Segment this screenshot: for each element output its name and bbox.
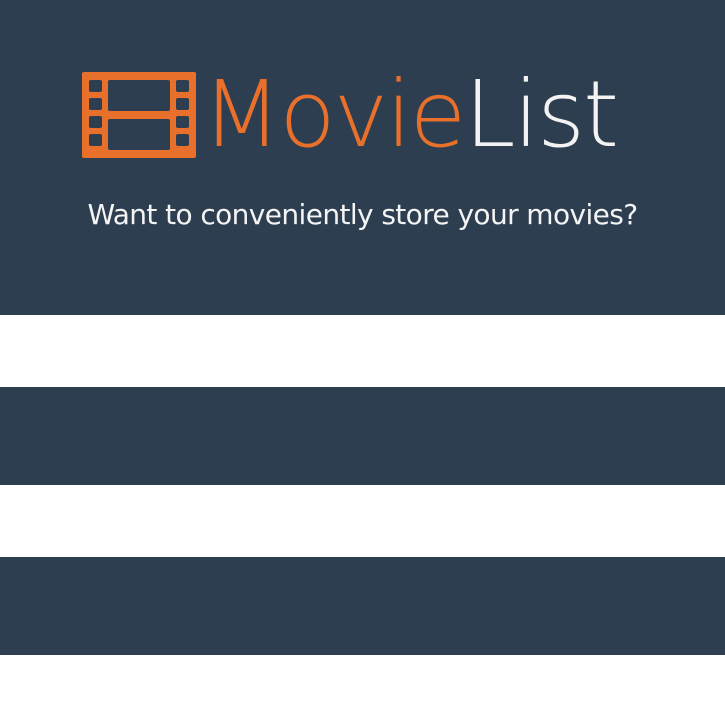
site-logo[interactable]: MovieList [82,60,619,170]
film-sprocket-hole [176,116,189,128]
section-band [0,557,725,655]
page: MovieList Want to conveniently store you… [0,0,725,725]
section-band [0,387,725,485]
film-sprocket-hole [89,98,102,110]
film-sprocket-hole [89,80,102,92]
film-sprocket-hole [89,116,102,128]
film-frame-top [108,80,170,111]
section-band [0,655,725,725]
logo-text: MovieList [202,69,619,161]
section-band [0,315,725,387]
film-sprocket-hole [176,80,189,92]
film-sprocket-hole [89,134,102,146]
film-sprocket-hole [176,98,189,110]
hero-header: MovieList Want to conveniently store you… [0,0,725,315]
film-frame-bottom [108,119,170,150]
logo-word-list: List [464,61,619,168]
film-strip-icon [82,72,196,158]
logo-word-movie: Movie [202,61,466,168]
film-strip-shape [82,72,196,158]
section-band [0,485,725,557]
film-sprocket-hole [176,134,189,146]
hero-tagline: Want to conveniently store your movies? [87,198,638,231]
